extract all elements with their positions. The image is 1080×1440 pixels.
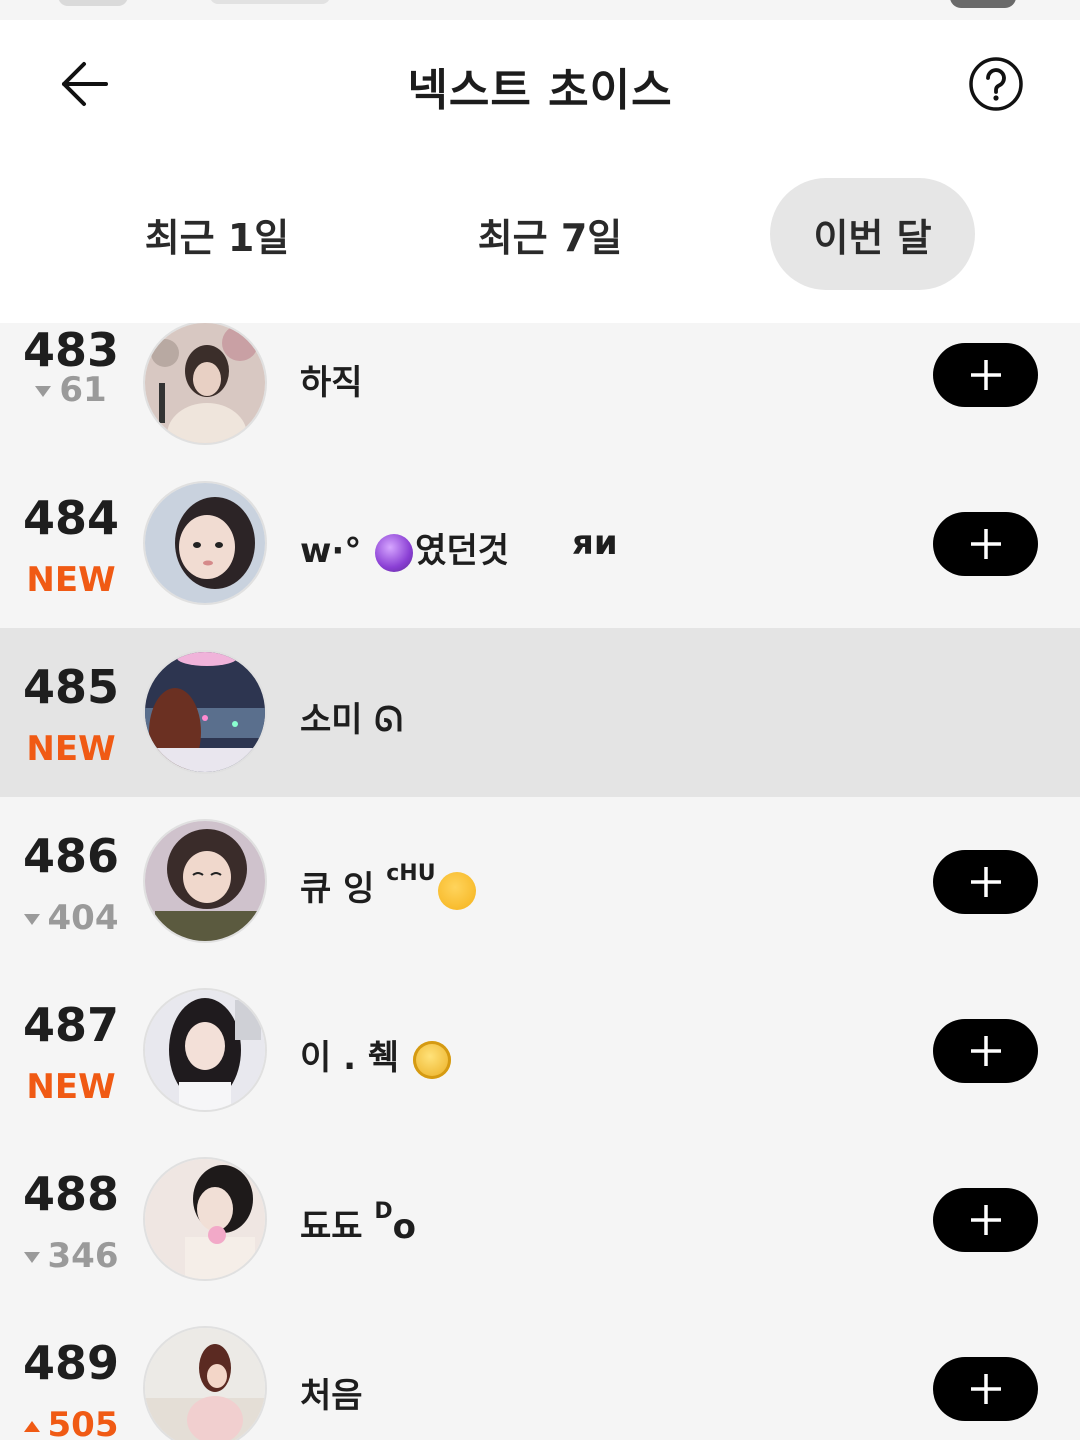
rank-change: NEW [26,729,116,769]
plus-icon [970,867,1001,897]
header: 넥스트 초이스 최근 1일 최근 7일 이번 달 [0,20,1080,323]
ranking-list: 483 61 하직 484 NEW w·° 였던것 яи 485 NEW 소미 … [0,323,1080,1440]
plus-icon [970,529,1001,559]
list-item[interactable]: 484 NEW w·° 였던것 яи [0,459,1080,628]
list-item[interactable]: 485 NEW 소미 ᘏ [0,628,1080,797]
tab-recent-7days[interactable]: 최근 7일 [450,178,650,290]
plus-icon [970,360,1001,390]
rank-change: 61 [0,373,142,407]
plus-icon [970,1205,1001,1235]
down-triangle-icon [23,1252,40,1263]
list-item[interactable]: 483 61 하직 [0,323,1080,470]
avatar[interactable] [143,650,267,774]
follow-button[interactable] [933,1357,1038,1421]
plus-icon [970,1036,1001,1066]
user-name: 처음 [300,1376,363,1416]
list-item[interactable]: 489 505 처음 [0,1304,1080,1440]
rank-change: NEW [26,1067,116,1107]
rank-change: NEW [26,560,116,600]
status-bar [0,0,1080,20]
question-circle-icon [969,57,1023,111]
user-name: w·° 였던것 яи [300,523,618,572]
follow-button[interactable] [933,1188,1038,1252]
status-time [58,0,128,6]
follow-button[interactable] [933,512,1038,576]
tab-recent-1day[interactable]: 최근 1일 [117,178,317,290]
help-button[interactable] [968,56,1024,112]
rank-change: 346 [0,1239,142,1273]
user-name: 됴됴 Do [300,1199,417,1247]
list-item[interactable]: 486 404 큐 잉 cHU [0,797,1080,966]
page-title: 넥스트 초이스 [407,65,673,116]
rank-number: 486 [22,829,120,883]
avatar[interactable] [143,481,267,605]
list-item[interactable]: 488 346 됴됴 Do [0,1135,1080,1304]
tab-this-month[interactable]: 이번 달 [770,178,975,290]
rank-number: 487 [22,998,120,1052]
follow-button[interactable] [933,1019,1038,1083]
avatar[interactable] [143,819,267,943]
up-triangle-icon [23,1421,40,1432]
user-name: 소미 ᘏ [300,700,403,740]
rank-number: 483 [22,323,120,377]
list-item[interactable]: 487 NEW 이 . 췍 [0,966,1080,1135]
avatar[interactable] [143,1326,267,1440]
period-tabs: 최근 1일 최근 7일 이번 달 [0,178,1080,290]
rank-change: 404 [0,901,142,935]
plus-icon [970,1374,1001,1404]
rank-number: 484 [22,491,120,545]
down-triangle-icon [35,386,52,397]
follow-button[interactable] [933,343,1038,407]
avatar[interactable] [143,323,267,445]
down-triangle-icon [23,914,40,925]
rank-change: 505 [0,1408,142,1440]
rank-number: 488 [22,1167,120,1221]
rank-number: 485 [22,660,120,714]
user-name: 이 . 췍 [300,1030,453,1079]
avatar[interactable] [143,988,267,1112]
crystal-ball-icon [375,533,414,572]
user-name: 큐 잉 cHU [300,861,478,910]
follow-button[interactable] [933,850,1038,914]
gold-coin-icon [413,1040,451,1079]
kissing-face-icon [437,871,476,910]
status-notification-icons [210,0,330,4]
user-name: 하직 [300,363,363,403]
avatar[interactable] [143,1157,267,1281]
battery-icon [950,0,1016,8]
rank-number: 489 [22,1336,120,1390]
